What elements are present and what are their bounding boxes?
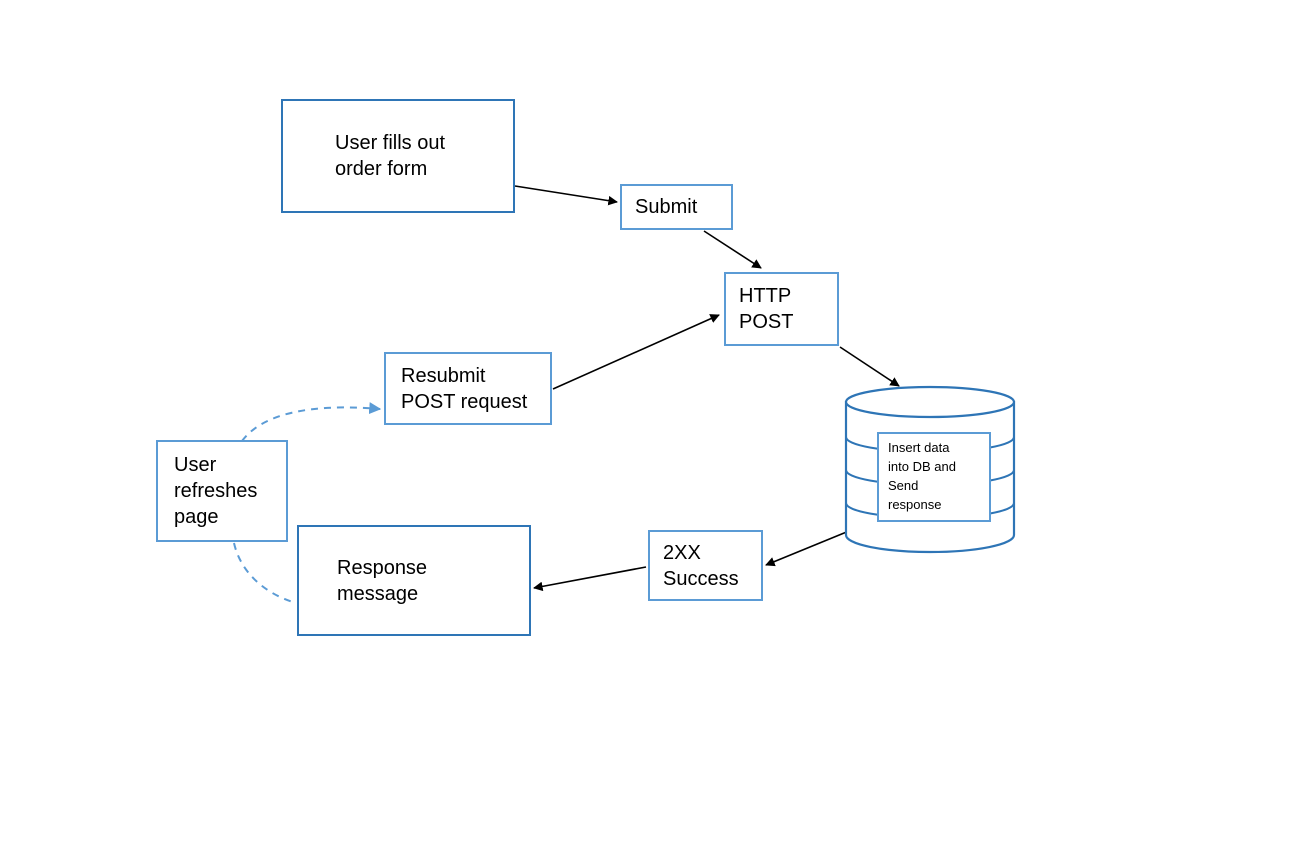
edge-user-refresh-to-response bbox=[233, 542, 297, 604]
edge-resubmit-to-http-post bbox=[552, 314, 720, 390]
node-label: Insert data into DB and Send response bbox=[888, 440, 956, 512]
edge-success-to-response bbox=[533, 566, 647, 592]
edge-submit-to-http-post bbox=[703, 230, 762, 269]
edge-user-order-to-submit bbox=[514, 185, 618, 206]
edge-http-post-to-database bbox=[839, 346, 900, 387]
edge-user-refresh-to-resubmit bbox=[241, 402, 382, 442]
node-user-fills-out-order-form[interactable]: User fills out order form bbox=[281, 99, 515, 213]
node-label: Resubmit POST request bbox=[401, 364, 528, 413]
node-resubmit-post-request[interactable]: Resubmit POST request bbox=[384, 352, 552, 425]
edge-database-to-success bbox=[765, 530, 850, 567]
node-2xx-success[interactable]: 2XX Success bbox=[648, 530, 763, 601]
node-http-post[interactable]: HTTP POST bbox=[724, 272, 839, 346]
node-label: 2XX Success bbox=[663, 541, 739, 590]
node-user-refreshes-page[interactable]: User refreshes page bbox=[156, 440, 288, 542]
node-label: User fills out order form bbox=[335, 132, 446, 180]
node-database-insert-label[interactable]: Insert data into DB and Send response bbox=[877, 432, 991, 522]
edge-layer bbox=[233, 185, 900, 604]
node-label: HTTP POST bbox=[739, 285, 794, 333]
node-label: User refreshes page bbox=[174, 454, 258, 528]
diagram-canvas: User fills out order form Submit HTTP PO… bbox=[0, 0, 1298, 848]
node-submit[interactable]: Submit bbox=[620, 184, 733, 230]
node-label: Submit bbox=[635, 196, 698, 218]
node-response-message[interactable]: Response message bbox=[297, 525, 531, 636]
node-label: Response message bbox=[337, 556, 428, 605]
